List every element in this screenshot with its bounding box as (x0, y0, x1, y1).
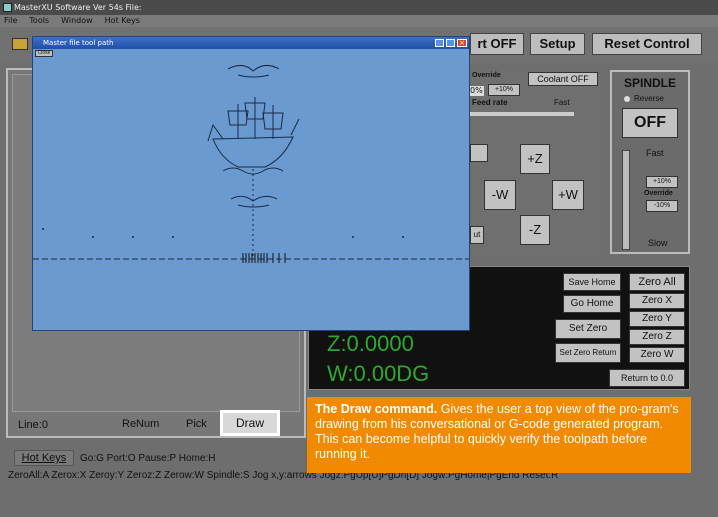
line-counter: Line:0 (18, 419, 48, 431)
reverse-label: Reverse (634, 94, 664, 103)
feed-plus10-button[interactable]: +10% (488, 84, 520, 96)
spindle-panel: SPINDLE Reverse OFF Fast +10% Override -… (610, 70, 690, 254)
spindle-override-label: Override (644, 190, 673, 197)
spindle-minus10-button[interactable]: -10% (646, 200, 678, 212)
reset-control-button[interactable]: Reset Control (592, 33, 702, 55)
menu-bar: File Tools Window Hot Keys (0, 15, 718, 27)
jog-plus-z-button[interactable]: +Z (520, 144, 550, 174)
spindle-fast-label: Fast (646, 148, 664, 158)
spindle-slow-label: Slow (648, 238, 668, 248)
reverse-radio[interactable] (624, 96, 630, 102)
toolpath-drawing (33, 65, 469, 263)
callout-heading: The Draw command. (315, 402, 438, 416)
spindle-slider[interactable] (622, 150, 630, 250)
return-to-zero-button[interactable]: Return to 0.0 (609, 369, 685, 387)
draw-command-callout: The Draw command. Gives the user a top v… (307, 397, 691, 473)
toolpath-window-title: Master file tool path (43, 39, 114, 47)
dro-z-value: Z:0.0000 (327, 331, 414, 356)
go-home-button[interactable]: Go Home (563, 295, 621, 313)
feedrate-label: Feed rate (472, 98, 508, 107)
zero-w-button[interactable]: Zero W (629, 347, 685, 363)
menu-tools[interactable]: Tools (29, 15, 49, 27)
spindle-plus10-button[interactable]: +10% (646, 176, 678, 188)
menu-file[interactable]: File (4, 15, 17, 27)
feed-override-label: Override (472, 72, 501, 79)
renum-button[interactable]: ReNum (122, 418, 159, 430)
app-icon (3, 3, 12, 12)
toolpath-window-titlebar: Master file tool path × (33, 37, 469, 49)
start-off-button[interactable]: rt OFF (470, 33, 524, 55)
zero-y-button[interactable]: Zero Y (629, 311, 685, 327)
jog-partial-button[interactable]: ut (470, 226, 484, 244)
title-bar: MasterXU Software Ver 54s File: (0, 0, 718, 15)
set-zero-button[interactable]: Set Zero (555, 319, 621, 339)
setup-button[interactable]: Setup (530, 33, 585, 55)
open-folder-icon[interactable] (12, 38, 28, 50)
spindle-title: SPINDLE (624, 76, 677, 90)
menu-window[interactable]: Window (61, 15, 93, 27)
jog-minus-z-button[interactable]: -Z (520, 215, 550, 245)
spindle-off-button[interactable]: OFF (622, 108, 678, 138)
draw-button[interactable]: Draw (220, 410, 280, 436)
jog-minus-w-button[interactable]: -W (484, 180, 516, 210)
coolant-button[interactable]: Coolant OFF (528, 72, 598, 86)
feed-panel: Override 0% +10% Feed rate Fast +Z -W +W… (470, 68, 600, 258)
jog-plus-w-button[interactable]: +W (552, 180, 584, 210)
zero-x-button[interactable]: Zero X (629, 293, 685, 309)
dro-w-value: W:0.00DG (327, 361, 430, 386)
hotkeys-line-1: Go:G Port:O Pause:P Home:H (80, 453, 216, 464)
hot-keys-button[interactable]: Hot Keys (14, 450, 74, 466)
set-zero-return-button[interactable]: Set Zero Return (555, 343, 621, 363)
feed-pct: 0% (470, 86, 484, 96)
window-title: MasterXU Software Ver 54s File: (14, 3, 142, 12)
minimize-icon[interactable] (435, 39, 444, 47)
toolpath-window: Master file tool path × Close (32, 36, 470, 331)
save-home-button[interactable]: Save Home (563, 273, 621, 291)
feedrate-slider[interactable] (470, 112, 574, 116)
pick-button[interactable]: Pick (186, 418, 207, 430)
zero-z-button[interactable]: Zero Z (629, 329, 685, 345)
zero-all-button[interactable]: Zero All (629, 273, 685, 291)
menu-hot-keys[interactable]: Hot Keys (105, 15, 140, 27)
maximize-icon[interactable] (446, 39, 455, 47)
feed-fast-label: Fast (554, 98, 570, 107)
close-icon[interactable]: × (457, 39, 467, 47)
feed-partial-button[interactable] (470, 144, 488, 162)
